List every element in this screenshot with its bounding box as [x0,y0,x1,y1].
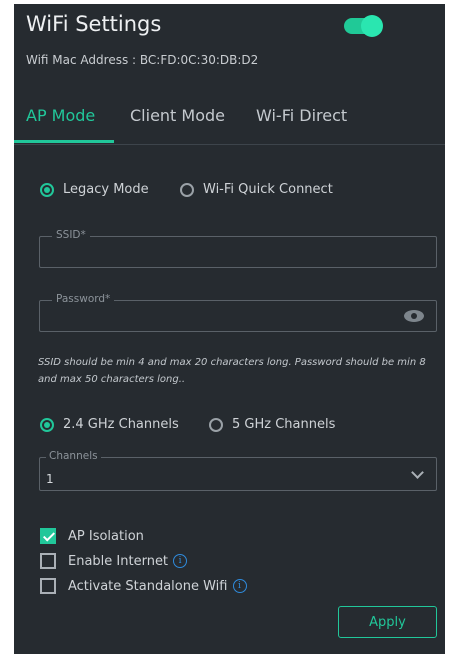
tab-wifi-direct[interactable]: Wi-Fi Direct [256,106,347,125]
validation-hint: SSID should be min 4 and max 20 characte… [38,357,426,385]
radio-unselected-icon [209,417,223,432]
wifi-toggle[interactable] [344,15,383,37]
checkbox-label: Activate Standalone Wifi [68,578,228,594]
radio-legacy-mode[interactable]: Legacy Mode [40,182,149,197]
radio-selected-icon [40,417,54,432]
page-title: WiFi Settings [26,12,162,36]
mode-tabs: AP Mode Client Mode Wi-Fi Direct [14,100,445,145]
checkbox-ap-isolation[interactable]: AP Isolation [40,528,144,544]
radio-2-4ghz[interactable]: 2.4 GHz Channels [40,417,179,432]
active-tab-indicator [14,140,114,143]
ssid-field[interactable]: SSID* [39,229,437,268]
radio-label: 2.4 GHz Channels [63,417,179,432]
apply-button[interactable]: Apply [338,606,437,638]
channels-label: Channels [46,450,101,462]
checkbox-empty-icon [40,553,56,569]
radio-label: Wi-Fi Quick Connect [203,182,333,197]
radio-label: Legacy Mode [63,182,149,197]
info-icon[interactable]: i [173,554,188,568]
tab-ap-mode[interactable]: AP Mode [26,106,95,125]
channels-value: 1 [46,472,54,486]
password-label: Password* [52,293,115,305]
checkbox-label: AP Isolation [68,528,144,544]
toggle-knob [361,15,383,37]
info-icon[interactable]: i [232,579,247,593]
checkbox-enable-internet[interactable]: Enable Internet i [40,553,188,569]
checkbox-empty-icon [40,578,56,594]
checkbox-label: Enable Internet [68,553,169,569]
ssid-label: SSID* [52,229,90,241]
wifi-settings-panel: WiFi Settings Wifi Mac Address : BC:FD:0… [14,4,445,654]
radio-wifi-quick-connect[interactable]: Wi-Fi Quick Connect [180,182,333,197]
radio-label: 5 GHz Channels [232,417,336,432]
radio-unselected-icon [180,182,194,197]
tab-client-mode[interactable]: Client Mode [130,106,225,125]
checkbox-standalone-wifi[interactable]: Activate Standalone Wifi i [40,578,247,594]
password-field[interactable]: Password* [39,293,437,332]
radio-5ghz[interactable]: 5 GHz Channels [209,417,335,432]
channels-select[interactable]: Channels 1 [39,450,437,491]
chevron-down-icon [411,466,424,479]
checkbox-checked-icon [40,528,56,544]
radio-selected-icon [40,182,54,197]
eye-icon[interactable] [404,310,424,322]
mac-address: Wifi Mac Address : BC:FD:0C:30:DB:D2 [26,53,259,67]
